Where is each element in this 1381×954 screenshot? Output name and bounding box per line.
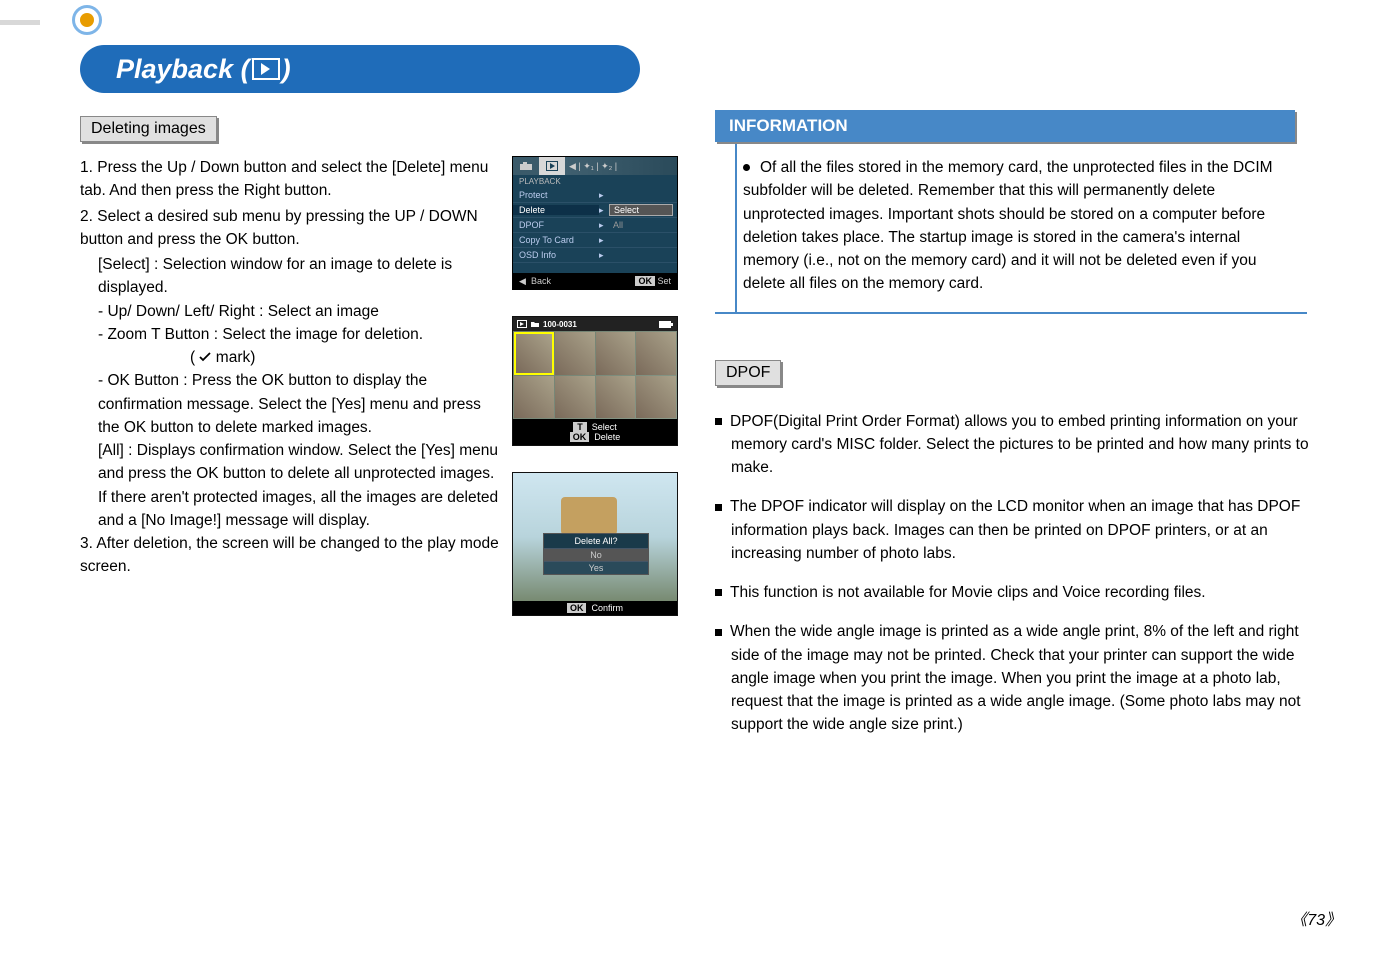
page-title-suffix: ) [282, 54, 291, 85]
confirm-title: Delete All? [544, 534, 648, 548]
zoom-line-2-pre: ( [190, 349, 195, 366]
lcd-back: ◀ Back [519, 276, 551, 287]
zoom-line-2: ( mark) [80, 346, 500, 369]
bullet-icon [715, 589, 722, 596]
chevron-right-icon: ▸ [599, 205, 609, 216]
folder-number: 100-0031 [543, 320, 577, 329]
information-text: Of all the files stored in the memory ca… [743, 159, 1273, 292]
confirm-yes: Yes [544, 561, 648, 574]
photo-subject-icon [561, 497, 617, 535]
page-title-pill: Playback ( ) [80, 45, 640, 93]
thumb-bottom-bar: T Select OK Delete [513, 419, 677, 445]
page-title: Playback ( ) [116, 54, 291, 85]
confirm-no: No [544, 548, 648, 561]
step-1: 1. Press the Up / Down button and select… [80, 156, 500, 203]
right-column: INFORMATION Of all the files stored in t… [715, 110, 1310, 753]
chevron-right-icon: ▸ [599, 220, 609, 231]
all-desc: [All] : Displays confirmation window. Se… [80, 439, 500, 532]
lcd-row-dpof: DPOF [513, 220, 599, 230]
step-2: 2. Select a desired sub menu by pressing… [80, 205, 500, 252]
playback-icon [252, 58, 280, 80]
lcd-top-icons: ◀ | ✦₁ | ✦₂ | [565, 161, 677, 172]
lcd-thumbnail-screenshot: 100-0031 T Select OK Delete [512, 316, 678, 446]
confirm-action: Confirm [592, 603, 624, 613]
lcd-menu-screenshot: ◀ | ✦₁ | ✦₂ | PLAYBACK Protect▸ Delete▸S… [512, 156, 678, 290]
lcd-sub-all: All [609, 220, 673, 230]
lcd-tab-bar: ◀ | ✦₁ | ✦₂ | [513, 157, 677, 175]
chevron-right-icon: ▸ [599, 190, 609, 201]
title-bullet-dot [80, 13, 94, 27]
lcd-row-delete: Delete [513, 205, 599, 215]
ok-key-label: OK [570, 432, 590, 442]
play-mode-icon [517, 320, 527, 328]
lcd-sub-select: Select [609, 204, 673, 216]
section-heading-dpof: DPOF [715, 360, 781, 386]
confirm-bottom: OK Confirm [513, 601, 677, 615]
title-rule [0, 20, 40, 25]
thumb-header-left: 100-0031 [517, 320, 577, 329]
bullet-icon [743, 164, 750, 171]
chevron-right-icon: ▸ [599, 250, 609, 261]
dpof-p2: The DPOF indicator will display on the L… [715, 495, 1310, 565]
t-key-label: T [573, 422, 587, 432]
left-column: Deleting images 1. Press the Up / Down b… [80, 110, 685, 753]
information-body: Of all the files stored in the memory ca… [715, 156, 1307, 312]
thumbnail-grid [513, 331, 677, 419]
bullet-icon [715, 504, 722, 511]
ok-action-label: Delete [594, 432, 620, 442]
chevron-right-icon: ▸ [599, 235, 609, 246]
lcd-row-copy: Copy To Card [513, 235, 599, 245]
folder-icon [530, 320, 540, 328]
dpof-p3: This function is not available for Movie… [715, 581, 1310, 604]
updown-line: - Up/ Down/ Left/ Right : Select an imag… [80, 300, 500, 323]
lcd-row-osd: OSD Info [513, 250, 599, 260]
dpof-body: DPOF(Digital Print Order Format) allows … [715, 410, 1310, 737]
confirm-ok-key: OK [567, 603, 587, 613]
bullet-icon [715, 418, 722, 425]
lcd-ok-set: OK Set [635, 276, 671, 286]
page-number: 《73》 [1291, 906, 1341, 930]
steps-text-block: 1. Press the Up / Down button and select… [80, 156, 500, 616]
confirm-panel: Delete All? No Yes [543, 533, 649, 575]
check-mark-icon [199, 346, 211, 369]
step-3: 3. After deletion, the screen will be ch… [80, 532, 500, 579]
dpof-p4: When the wide angle image is printed as … [715, 620, 1310, 736]
zoom-line-2-post: mark) [216, 349, 256, 366]
select-desc: [Select] : Selection window for an image… [80, 253, 500, 300]
zoom-line-1: - Zoom T Button : Select the image for d… [80, 323, 500, 346]
page-title-prefix: Playback ( [116, 54, 250, 85]
information-header: INFORMATION [715, 110, 1295, 142]
play-tab-icon [539, 157, 565, 175]
lcd-row-protect: Protect [513, 190, 599, 200]
ok-line: - OK Button : Press the OK button to dis… [80, 369, 500, 439]
lcd-confirm-screenshot: Delete All? No Yes OK Confirm [512, 472, 678, 616]
information-box: INFORMATION Of all the files stored in t… [715, 110, 1307, 314]
bullet-icon [715, 629, 722, 636]
dpof-p1: DPOF(Digital Print Order Format) allows … [715, 410, 1310, 480]
lcd-section-label: PLAYBACK [513, 175, 677, 188]
t-action-label: Select [592, 422, 617, 432]
camera-tab-icon [513, 157, 539, 175]
section-heading-deleting: Deleting images [80, 116, 217, 142]
